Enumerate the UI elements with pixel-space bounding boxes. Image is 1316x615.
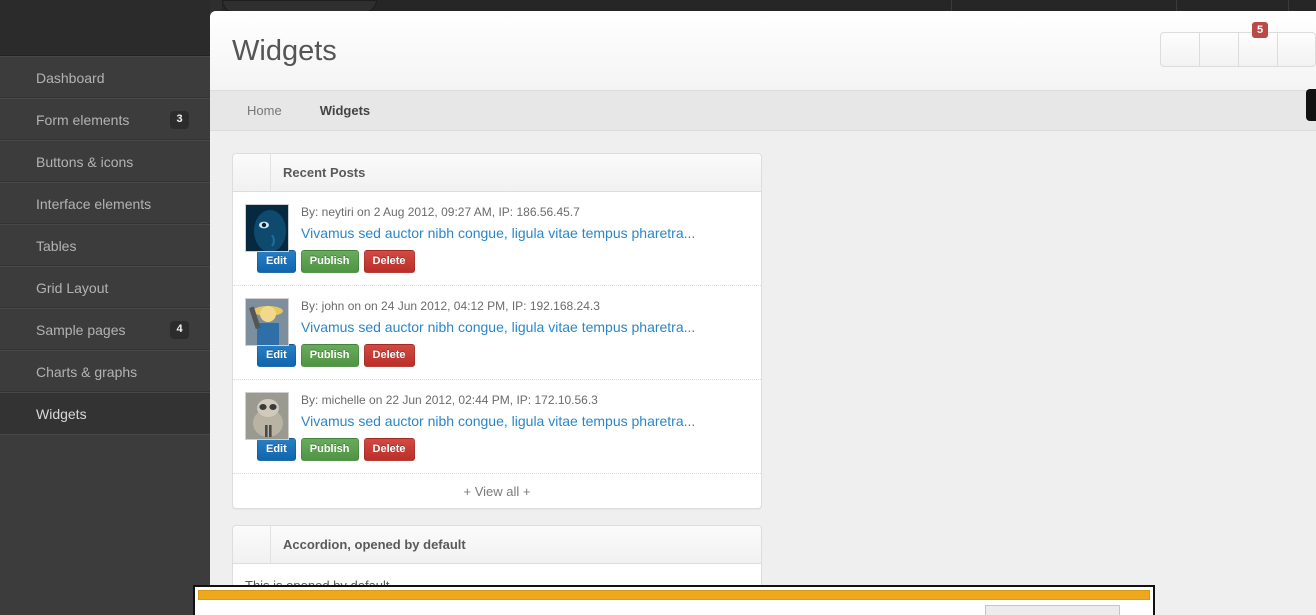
sidebar-item-label: Interface elements: [36, 196, 152, 212]
panel-header: Recent Posts: [233, 154, 761, 192]
list-item-body: By: john on on 24 Jun 2012, 04:12 PM, IP…: [301, 298, 749, 335]
breadcrumb: Home Widgets: [210, 89, 1316, 131]
main-content: Widgets 5 Home Widgets Recent Posts By: …: [210, 11, 1316, 615]
edit-button[interactable]: Edit: [257, 250, 296, 273]
post-title-link[interactable]: Vivamus sed auctor nibh congue, ligula v…: [301, 225, 749, 241]
panel-title: Accordion, opened by default: [283, 537, 466, 552]
view-all-posts-link[interactable]: + View all +: [233, 474, 761, 508]
topnav-segment[interactable]: [1289, 0, 1316, 11]
publish-button[interactable]: Publish: [300, 438, 359, 461]
sidebar-item-sample-pages[interactable]: Sample pages 4: [0, 308, 210, 350]
page-title: Widgets: [232, 35, 337, 67]
overlay-input-field[interactable]: [985, 605, 1120, 615]
sidebar-item-label: Grid Layout: [36, 280, 109, 296]
overlay-progress-bar: [198, 590, 1150, 600]
posts-icon: [233, 154, 271, 191]
post-actions: Edit Publish Delete: [257, 344, 749, 367]
list-item: By: john on on 24 Jun 2012, 04:12 PM, IP…: [233, 286, 761, 380]
header-button-3[interactable]: 5: [1238, 22, 1277, 67]
post-actions: Edit Publish Delete: [257, 438, 749, 461]
sidebar-item-label: Widgets: [36, 406, 87, 422]
list-item-body: By: neytiri on 2 Aug 2012, 09:27 AM, IP:…: [301, 204, 749, 241]
notification-count-badge: 5: [1252, 22, 1269, 38]
post-meta: By: michelle on 22 Jun 2012, 02:44 PM, I…: [301, 393, 598, 407]
edit-button[interactable]: Edit: [257, 438, 296, 461]
sidebar-item-tables[interactable]: Tables: [0, 224, 210, 266]
sidebar-badge: 4: [170, 320, 189, 339]
sidebar-badge: 3: [170, 110, 189, 129]
sidebar-item-interface-elements[interactable]: Interface elements: [0, 182, 210, 224]
sidebar-item-label: Tables: [36, 238, 77, 254]
avatar: [245, 204, 289, 252]
widgets-grid: Recent Posts By: neytiri on 2 Aug 2012, …: [210, 131, 1316, 615]
sidebar-item-label: Sample pages: [36, 322, 126, 338]
sidebar: Dashboard Form elements 3 Buttons & icon…: [0, 0, 210, 615]
post-title-link[interactable]: Vivamus sed auctor nibh congue, ligula v…: [301, 319, 749, 335]
header-button-4[interactable]: [1277, 32, 1316, 67]
panel-title: Recent Posts: [283, 165, 366, 180]
sidebar-item-widgets[interactable]: Widgets: [0, 392, 210, 434]
avatar: [245, 392, 289, 440]
sidebar-item-label: Buttons & icons: [36, 154, 134, 170]
bottom-overlay-dialog[interactable]: [193, 585, 1155, 615]
list-item: By: neytiri on 2 Aug 2012, 09:27 AM, IP:…: [233, 192, 761, 286]
post-title-link[interactable]: Vivamus sed auctor nibh congue, ligula v…: [301, 413, 749, 429]
sidebar-item-dashboard[interactable]: Dashboard: [0, 56, 210, 98]
post-meta: By: neytiri on 2 Aug 2012, 09:27 AM, IP:…: [301, 205, 580, 219]
page-header: Widgets 5: [210, 11, 1316, 91]
post-meta: By: john on on 24 Jun 2012, 04:12 PM, IP…: [301, 299, 600, 313]
delete-button[interactable]: Delete: [363, 438, 415, 461]
topnav-segment[interactable]: [952, 0, 1177, 11]
edit-button[interactable]: Edit: [257, 344, 296, 367]
publish-button[interactable]: Publish: [300, 250, 359, 273]
left-column: Recent Posts By: neytiri on 2 Aug 2012, …: [232, 153, 762, 615]
post-actions: Edit Publish Delete: [257, 250, 749, 273]
sidebar-nav-list: Dashboard Form elements 3 Buttons & icon…: [0, 56, 210, 434]
publish-button[interactable]: Publish: [300, 344, 359, 367]
panel-header: Accordion, opened by default: [233, 526, 761, 564]
sidebar-item-form-elements[interactable]: Form elements 3: [0, 98, 210, 140]
accordion-icon: [233, 526, 271, 563]
list-item-body: By: michelle on 22 Jun 2012, 02:44 PM, I…: [301, 392, 749, 429]
app-root: Dashboard Form elements 3 Buttons & icon…: [0, 0, 1316, 615]
avatar: [245, 298, 289, 346]
sidebar-item-grid-layout[interactable]: Grid Layout: [0, 266, 210, 308]
topnav-segment[interactable]: [1177, 0, 1289, 11]
sidebar-item-label: Dashboard: [36, 70, 105, 86]
panel-recent-posts: Recent Posts By: neytiri on 2 Aug 2012, …: [232, 153, 762, 509]
delete-button[interactable]: Delete: [363, 250, 415, 273]
breadcrumb-home[interactable]: Home: [247, 103, 282, 118]
sidebar-logo-area: [0, 0, 210, 56]
list-item: By: michelle on 22 Jun 2012, 02:44 PM, I…: [233, 380, 761, 474]
sidebar-empty-space: [0, 434, 210, 615]
sidebar-item-label: Charts & graphs: [36, 364, 138, 380]
breadcrumb-current: Widgets: [319, 103, 371, 118]
header-button-2[interactable]: [1199, 32, 1238, 67]
header-button-1[interactable]: [1160, 32, 1199, 67]
sidebar-item-label: Form elements: [36, 112, 130, 128]
sidebar-item-charts-graphs[interactable]: Charts & graphs: [0, 350, 210, 392]
side-panel-toggle-tab[interactable]: [1306, 89, 1316, 121]
header-button-group: 5: [1160, 22, 1316, 67]
delete-button[interactable]: Delete: [363, 344, 415, 367]
sidebar-item-buttons-icons[interactable]: Buttons & icons: [0, 140, 210, 182]
